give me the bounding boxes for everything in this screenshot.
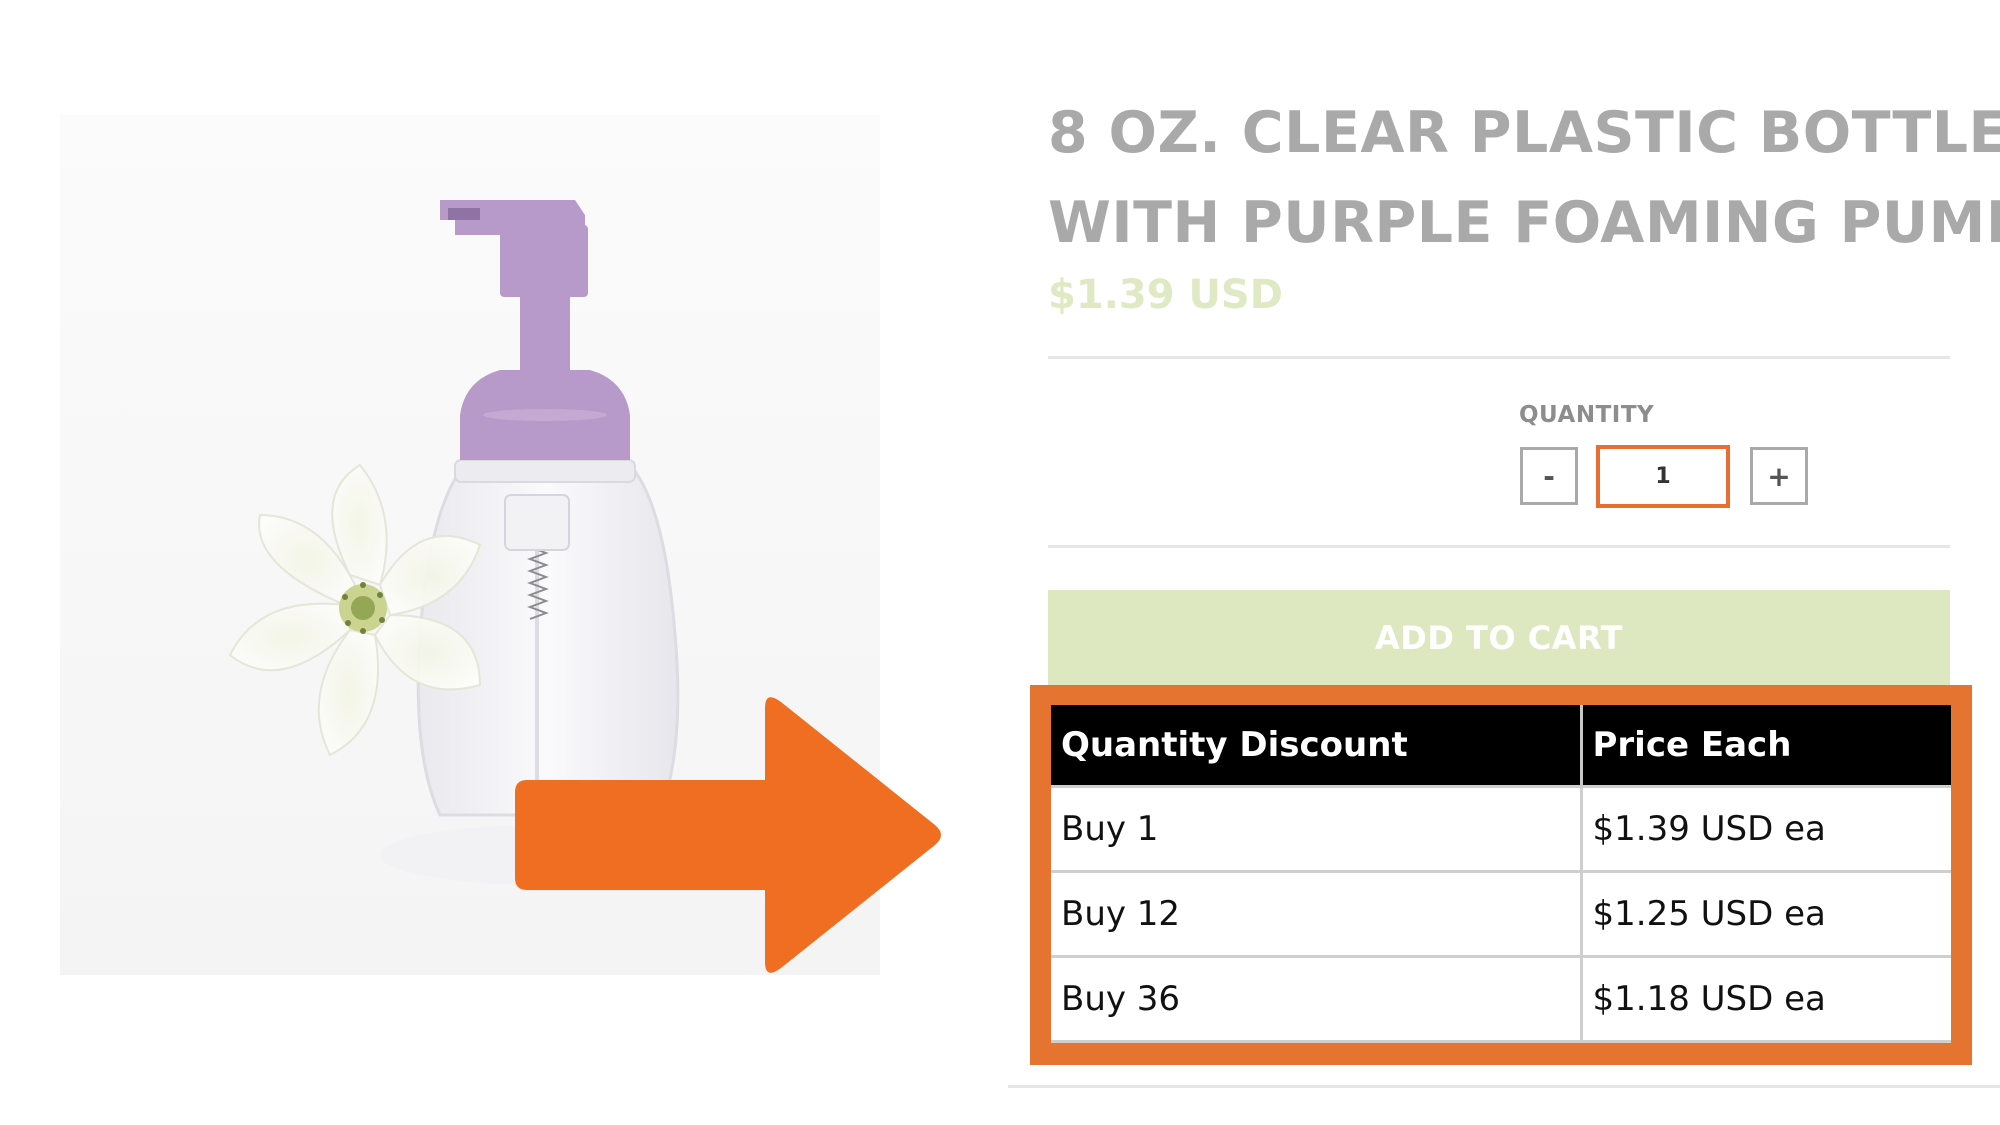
table-row: Buy 12 $1.25 USD ea <box>1051 870 1951 957</box>
table-row: Buy 1 $1.39 USD ea <box>1051 785 1951 872</box>
quantity-increase-button[interactable]: + <box>1750 447 1808 505</box>
quantity-discount-table: Quantity Discount Price Each Buy 1 $1.39… <box>1051 705 1951 1043</box>
add-to-cart-button[interactable]: ADD TO CART <box>1048 590 1950 686</box>
arrow-right-icon <box>515 690 950 980</box>
divider <box>1008 1085 2000 1088</box>
quantity-label: QUANTITY <box>1519 402 1655 428</box>
table-header-row: Quantity Discount Price Each <box>1051 705 1951 787</box>
quantity-input[interactable] <box>1596 445 1730 508</box>
product-title-line-2: WITH PURPLE FOAMING PUMP <box>1048 190 2000 256</box>
quantity-decrease-button[interactable]: - <box>1520 447 1578 505</box>
table-cell-quantity: Buy 12 <box>1051 870 1583 957</box>
discount-highlight-box: Quantity Discount Price Each Buy 1 $1.39… <box>1030 685 1972 1065</box>
table-cell-price: $1.25 USD ea <box>1581 870 1951 957</box>
table-cell-price: $1.39 USD ea <box>1581 785 1951 872</box>
table-row: Buy 36 $1.18 USD ea <box>1051 955 1951 1043</box>
product-page: 8 OZ. CLEAR PLASTIC BOTTLE WITH PURPLE F… <box>0 0 2000 1125</box>
divider <box>1048 356 1950 359</box>
divider <box>1048 545 1950 548</box>
product-price: $1.39 USD <box>1048 272 1283 318</box>
product-title-line-1: 8 OZ. CLEAR PLASTIC BOTTLE <box>1048 100 2000 166</box>
table-cell-price: $1.18 USD ea <box>1581 955 1951 1043</box>
table-cell-quantity: Buy 1 <box>1051 785 1583 872</box>
column-header-quantity-discount: Quantity Discount <box>1051 705 1583 787</box>
column-header-price-each: Price Each <box>1581 705 1951 787</box>
product-title: 8 OZ. CLEAR PLASTIC BOTTLE WITH PURPLE F… <box>1048 88 2000 268</box>
table-cell-quantity: Buy 36 <box>1051 955 1583 1043</box>
